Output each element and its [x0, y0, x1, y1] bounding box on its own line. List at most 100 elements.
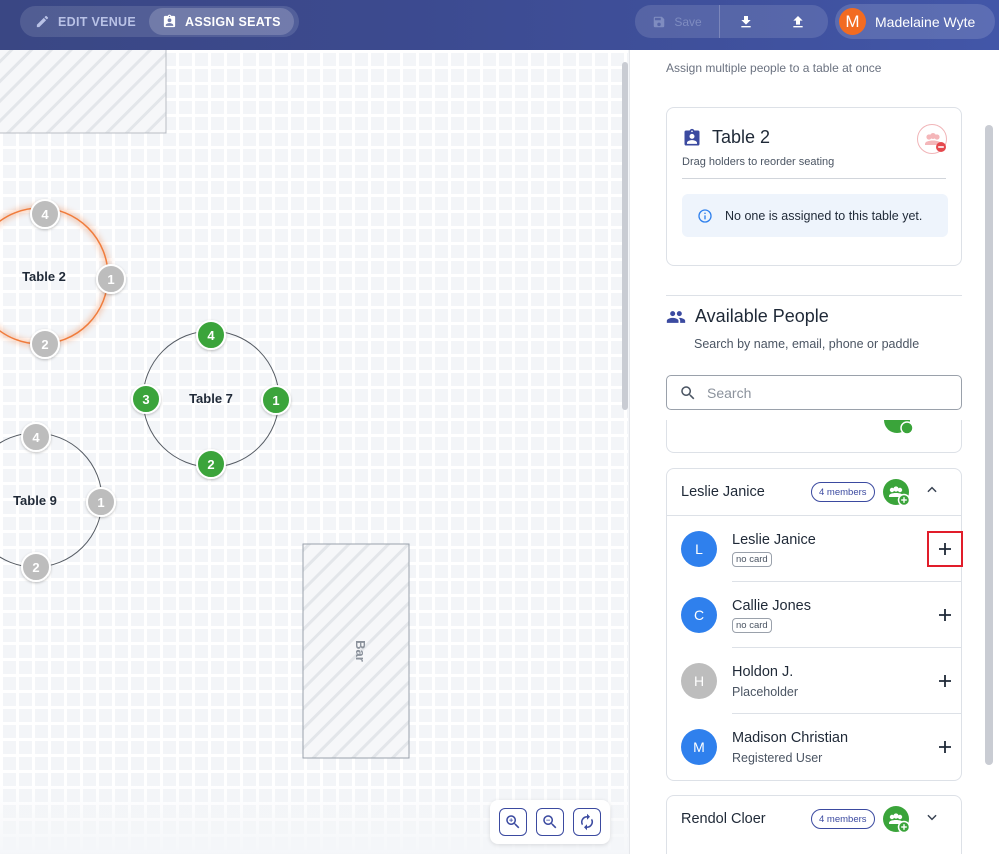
zoom-in-button[interactable]	[498, 808, 527, 836]
edit-venue-label: EDIT VENUE	[58, 14, 137, 29]
group-add-icon[interactable]	[883, 479, 911, 507]
table-9-label: Table 9	[13, 493, 57, 508]
edit-venue-button[interactable]: EDIT VENUE	[22, 8, 149, 35]
search-field[interactable]	[666, 375, 962, 410]
search-input[interactable]	[707, 384, 947, 401]
user-menu[interactable]: M Madelaine Wyte	[835, 4, 995, 39]
table-9-seat-1-label: 1	[97, 495, 104, 510]
table-9-seat-2-label: 2	[32, 560, 39, 575]
card-status-tag: no card	[732, 551, 772, 567]
search-icon	[681, 385, 695, 399]
group-card-rendol-cloer: Rendol Cloer 4 members	[666, 795, 962, 854]
refresh-icon	[581, 813, 594, 831]
assign-seats-button[interactable]: ASSIGN SEATS	[149, 8, 294, 35]
table-7-seat-1-label: 1	[272, 393, 279, 408]
person-info: Holdon J. Placeholder	[732, 664, 798, 699]
table-2-seat-1-label: 1	[107, 272, 114, 287]
add-person-button[interactable]	[927, 531, 963, 567]
person-name: Leslie Janice	[732, 531, 816, 548]
empty-table-message: No one is assigned to this table yet.	[725, 208, 923, 223]
add-person-button[interactable]	[928, 730, 962, 764]
person-info: Madison Christian Registered User	[732, 730, 848, 765]
person-role: Registered User	[732, 750, 823, 765]
person-info: Leslie Janice no card	[732, 532, 816, 567]
upload-icon	[793, 15, 803, 27]
reset-view-button[interactable]	[573, 808, 602, 836]
card-status-tag: no card	[732, 617, 772, 633]
group-remove-icon	[925, 133, 946, 152]
zoom-out-icon	[543, 815, 557, 829]
table-2-seat-4-label: 4	[41, 207, 49, 222]
upload-button[interactable]	[772, 5, 824, 38]
table-2-label: Table 2	[22, 269, 66, 284]
avatar: M	[681, 729, 717, 765]
assignment-ind-icon	[163, 14, 176, 28]
divider	[682, 178, 946, 179]
table-2-seat-2-label: 2	[41, 337, 48, 352]
previous-group-card	[666, 420, 962, 453]
download-button[interactable]	[720, 5, 772, 38]
table-2[interactable]: Table 2 4 1 2	[0, 199, 126, 359]
group-header[interactable]: Leslie Janice 4 members	[667, 469, 961, 515]
person-row: M Madison Christian Registered User	[667, 714, 961, 780]
user-name: Madelaine Wyte	[875, 13, 976, 30]
people-icon	[666, 310, 686, 323]
save-button[interactable]: Save	[635, 5, 720, 38]
assign-seats-label: ASSIGN SEATS	[185, 14, 281, 29]
person-name: Holdon J.	[732, 663, 794, 680]
members-badge: 4 members	[811, 482, 875, 502]
person-row: C Callie Jones no card	[667, 582, 961, 648]
bar-label: Bar	[353, 640, 368, 662]
add-person-button[interactable]	[928, 598, 962, 632]
person-name: Callie Jones	[732, 597, 811, 614]
panel-scrollbar[interactable]	[985, 125, 993, 765]
mode-toggle: EDIT VENUE ASSIGN SEATS	[20, 6, 299, 37]
available-people-subtitle: Search by name, email, phone or paddle	[694, 337, 920, 351]
toolbar-actions: Save	[635, 5, 828, 38]
assign-hint: Assign multiple people to a table at onc…	[666, 61, 882, 75]
avatar: C	[681, 597, 717, 633]
save-label: Save	[674, 14, 702, 29]
user-avatar: M	[839, 8, 866, 35]
empty-table-info: No one is assigned to this table yet.	[682, 194, 948, 237]
floor-plan: Table 2 4 1 2 Table 7 4 1 2 3 Table 9 4 …	[0, 50, 410, 759]
table-9[interactable]: Table 9 4 1 2	[0, 422, 116, 582]
plus-icon	[939, 543, 951, 555]
chevron-down-icon[interactable]	[925, 810, 939, 824]
table-9-seat-4-label: 4	[32, 430, 40, 445]
table-7-seat-3-label: 3	[142, 392, 149, 407]
add-person-button[interactable]	[928, 664, 962, 698]
person-name: Madison Christian	[732, 729, 849, 746]
chevron-up-icon[interactable]	[925, 483, 939, 497]
plus-icon	[939, 675, 951, 687]
table-7[interactable]: Table 7 4 1 2 3	[131, 320, 291, 479]
table-7-seat-2-label: 2	[207, 457, 214, 472]
zoom-out-button[interactable]	[535, 808, 564, 836]
assignment-ind-icon	[684, 128, 700, 145]
remove-group-button[interactable]	[917, 124, 947, 154]
group-header[interactable]: Rendol Cloer 4 members	[667, 796, 961, 842]
person-role: Placeholder	[732, 684, 799, 699]
group-add-icon[interactable]	[883, 806, 911, 834]
group-name: Rendol Cloer	[681, 811, 766, 827]
available-people-header: Available People	[666, 306, 829, 327]
pencil-icon	[36, 15, 49, 28]
group-add-icon	[884, 420, 913, 435]
canvas-scrollbar[interactable]	[622, 62, 628, 410]
group-name: Leslie Janice	[681, 484, 765, 500]
selected-table-card: Table 2 Drag holders to reorder seating …	[666, 107, 962, 266]
save-icon	[654, 16, 665, 27]
plus-icon	[939, 609, 951, 621]
venue-canvas[interactable]: Table 2 4 1 2 Table 7 4 1 2 3 Table 9 4 …	[0, 50, 628, 854]
person-info: Callie Jones no card	[732, 598, 811, 633]
venue-block-area[interactable]	[0, 50, 167, 134]
table-7-seat-4-label: 4	[207, 328, 215, 343]
top-bar: EDIT VENUE ASSIGN SEATS Save M Madelaine…	[0, 0, 999, 50]
person-row: H Holdon J. Placeholder	[667, 648, 961, 714]
table-card-title-row: Table 2	[682, 127, 770, 148]
table-7-label: Table 7	[189, 391, 233, 406]
bar-area[interactable]: Bar	[302, 543, 410, 759]
avatar: H	[681, 663, 717, 699]
plus-icon	[939, 741, 951, 753]
zoom-in-icon	[505, 815, 520, 829]
